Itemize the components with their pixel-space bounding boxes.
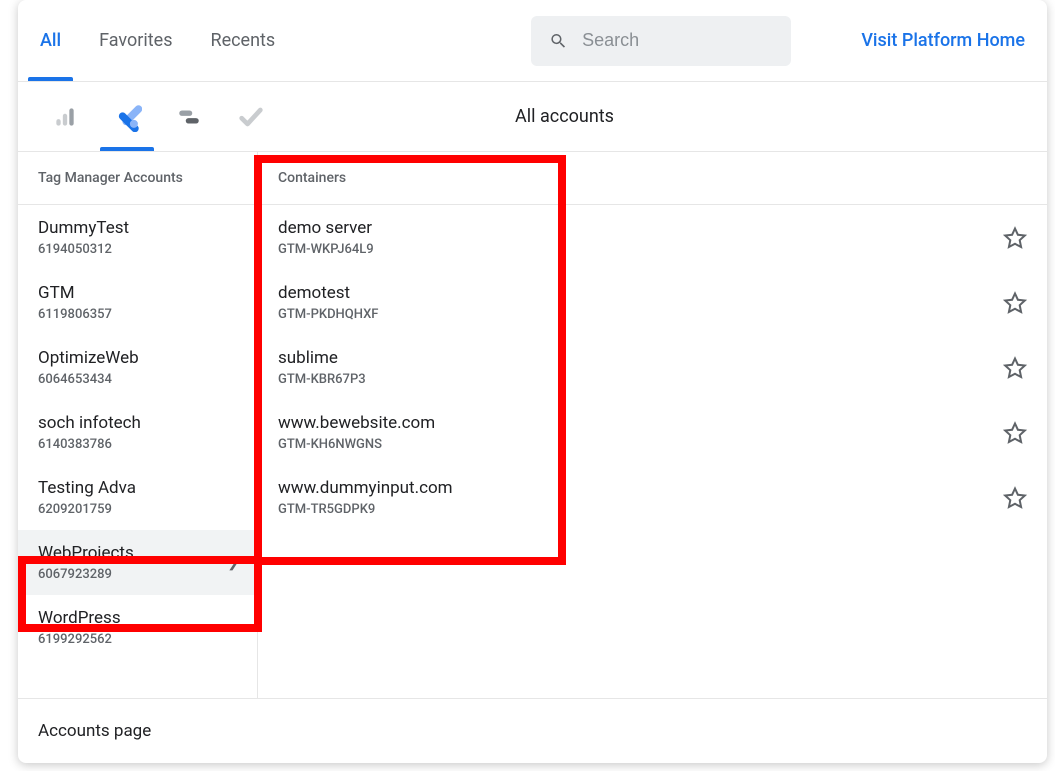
visit-platform-home-link[interactable]: Visit Platform Home: [861, 30, 1025, 51]
containers-column-title: Containers: [258, 152, 1047, 205]
tab-all[interactable]: All: [40, 0, 61, 81]
search-input[interactable]: [582, 30, 773, 51]
body: Tag Manager Accounts DummyTest 6194050312…: [18, 152, 1047, 698]
container-id: GTM-TR5GDPK9: [278, 502, 1003, 517]
container-id: GTM-KBR67P3: [278, 372, 1003, 387]
account-item[interactable]: soch infotech6140383786❯: [18, 400, 257, 465]
container-id: GTM-WKPJ64L9: [278, 242, 1003, 257]
tag-manager-icon[interactable]: [96, 82, 158, 151]
account-name: WordPress: [38, 608, 237, 628]
search-box[interactable]: [531, 16, 791, 66]
account-id: 6199292562: [38, 632, 237, 647]
optimize-icon[interactable]: [158, 82, 220, 151]
container-id: GTM-KH6NWGNS: [278, 437, 1003, 452]
all-accounts-title: All accounts: [282, 106, 847, 127]
container-name: sublime: [278, 348, 1003, 368]
container-name: www.bewebsite.com: [278, 413, 1003, 433]
account-id: 6194050312: [38, 242, 237, 257]
top-tabs-row: All Favorites Recents Visit Platform Hom…: [18, 0, 1047, 82]
star-icon[interactable]: [1003, 356, 1027, 380]
account-name: WebProjects: [38, 543, 237, 563]
container-item[interactable]: www.dummyinput.com GTM-TR5GDPK9: [258, 465, 1047, 530]
footer-accounts-page[interactable]: Accounts page: [18, 698, 1047, 763]
container-item[interactable]: demotest GTM-PKDHQHXF: [258, 270, 1047, 335]
account-id: 6140383786: [38, 437, 237, 452]
containers-column: Containers demo server GTM-WKPJ64L9 demote…: [258, 152, 1047, 698]
account-id: 6119806357: [38, 307, 237, 322]
star-icon[interactable]: [1003, 291, 1027, 315]
star-icon[interactable]: [1003, 226, 1027, 250]
search-icon: [549, 30, 568, 52]
container-item[interactable]: sublime GTM-KBR67P3: [258, 335, 1047, 400]
container-name: demo server: [278, 218, 1003, 238]
account-item[interactable]: DummyTest6194050312❯: [18, 205, 257, 270]
accounts-column-title: Tag Manager Accounts: [18, 152, 257, 205]
account-item[interactable]: GTM6119806357❯: [18, 270, 257, 335]
account-name: DummyTest: [38, 218, 237, 238]
containers-list: demo server GTM-WKPJ64L9 demotest GTM-PKDHQ…: [258, 205, 1047, 530]
account-id: 6067923289: [38, 567, 237, 582]
container-name: www.dummyinput.com: [278, 478, 1003, 498]
container-name: demotest: [278, 283, 1003, 303]
container-id: GTM-PKDHQHXF: [278, 307, 1003, 322]
account-item[interactable]: OptimizeWeb6064653434❯: [18, 335, 257, 400]
star-icon[interactable]: [1003, 486, 1027, 510]
account-name: soch infotech: [38, 413, 237, 433]
account-name: Testing Adva: [38, 478, 237, 498]
account-item[interactable]: WordPress6199292562❯: [18, 595, 257, 660]
tab-favorites[interactable]: Favorites: [99, 0, 172, 81]
checkmark-icon[interactable]: [220, 82, 282, 151]
analytics-icon[interactable]: [34, 82, 96, 151]
chevron-right-icon: ❯: [227, 555, 239, 571]
account-item[interactable]: WebProjects 6067923289❯: [18, 530, 257, 595]
view-tabs: All Favorites Recents: [40, 0, 275, 81]
accounts-list: DummyTest6194050312❯GTM6119806357❯Optimi…: [18, 205, 257, 660]
account-name: OptimizeWeb: [38, 348, 237, 368]
account-item[interactable]: Testing Adva6209201759❯: [18, 465, 257, 530]
account-picker-panel: All Favorites Recents Visit Platform Hom…: [18, 0, 1047, 763]
container-item[interactable]: www.bewebsite.com GTM-KH6NWGNS: [258, 400, 1047, 465]
accounts-column: Tag Manager Accounts DummyTest 6194050312…: [18, 152, 258, 698]
container-item[interactable]: demo server GTM-WKPJ64L9: [258, 205, 1047, 270]
account-id: 6064653434: [38, 372, 237, 387]
account-id: 6209201759: [38, 502, 237, 517]
star-icon[interactable]: [1003, 421, 1027, 445]
account-name: GTM: [38, 283, 237, 303]
products-row: All accounts: [18, 82, 1047, 152]
tab-recents[interactable]: Recents: [211, 0, 276, 81]
